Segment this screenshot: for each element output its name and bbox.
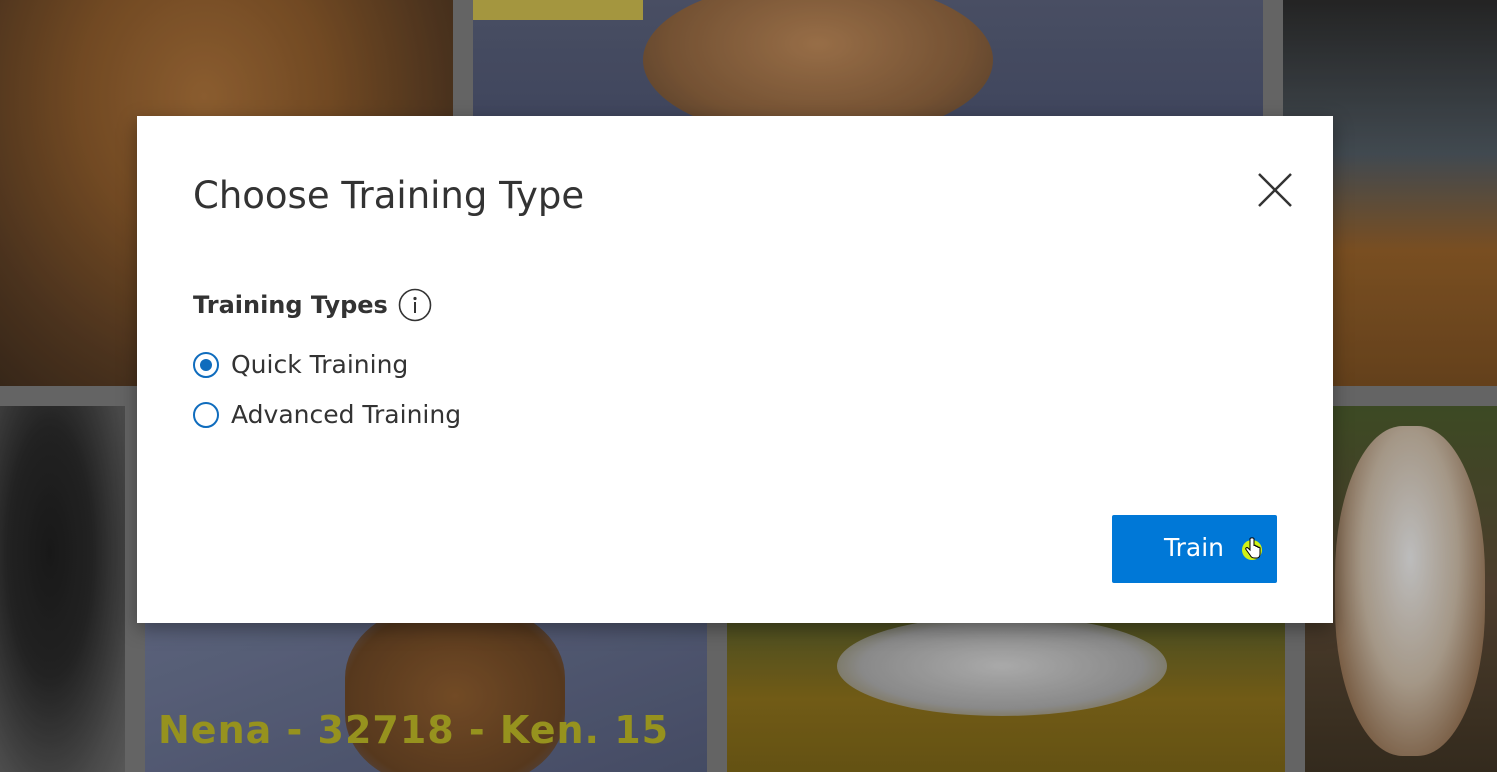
close-icon (1258, 173, 1292, 207)
radio-button-unchecked[interactable] (193, 401, 219, 428)
close-button[interactable] (1253, 168, 1297, 212)
training-types-label: Training Types (193, 288, 432, 322)
radio-advanced-training[interactable]: Advanced Training (193, 400, 461, 429)
train-button[interactable]: Train (1112, 515, 1277, 583)
radio-button-checked[interactable] (193, 351, 219, 378)
radio-quick-training[interactable]: Quick Training (193, 350, 408, 379)
training-type-dialog: Choose Training Type Training Types Quic… (137, 116, 1333, 623)
radio-label: Quick Training (231, 350, 409, 379)
section-label-text: Training Types (193, 291, 388, 319)
radio-label: Advanced Training (231, 400, 462, 429)
info-icon[interactable] (398, 288, 432, 322)
dialog-title: Choose Training Type (193, 174, 585, 217)
train-button-label: Train (1164, 533, 1224, 562)
